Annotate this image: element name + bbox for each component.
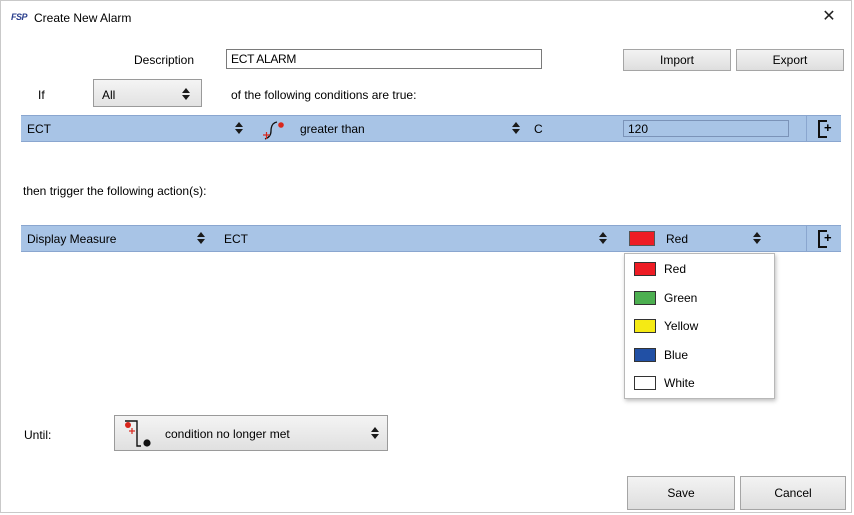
selected-color-swatch[interactable] xyxy=(629,231,655,246)
color-option-red[interactable]: Red xyxy=(625,255,774,283)
threshold-graph-icon[interactable] xyxy=(261,119,289,141)
threshold-input[interactable]: 120 xyxy=(623,120,789,137)
color-option-label: Green xyxy=(664,291,698,305)
action-channel-select[interactable]: ECT xyxy=(224,232,248,246)
create-new-alarm-dialog: FSP Create New Alarm ✕ Description Impor… xyxy=(0,0,852,513)
window-title: Create New Alarm xyxy=(34,11,132,25)
condition-mode-value: All xyxy=(102,88,116,102)
import-button[interactable]: Import xyxy=(623,49,731,71)
operator-updown-icon[interactable] xyxy=(512,122,520,134)
until-label: Until: xyxy=(24,428,52,442)
condition-channel-select[interactable]: ECT xyxy=(27,122,51,136)
if-label: If xyxy=(38,88,45,102)
action-header-text: then trigger the following action(s): xyxy=(23,184,207,198)
until-select[interactable]: condition no longer met xyxy=(114,415,388,451)
condition-suffix-text: of the following conditions are true: xyxy=(231,88,417,102)
add-action-icon[interactable]: + xyxy=(818,230,834,248)
color-dropdown: Red Green Yellow Blue White xyxy=(624,253,775,399)
action-channel-updown-icon[interactable] xyxy=(599,232,607,244)
title-bar: FSP Create New Alarm ✕ xyxy=(1,1,851,33)
until-updown-icon xyxy=(371,427,379,439)
color-swatch xyxy=(634,319,656,333)
app-logo-icon: FSP xyxy=(11,12,31,22)
app-logo-text: FSP xyxy=(11,12,28,22)
selected-color-label[interactable]: Red xyxy=(666,232,688,246)
until-value: condition no longer met xyxy=(165,427,290,441)
color-updown-icon[interactable] xyxy=(753,232,761,244)
color-option-label: White xyxy=(664,376,695,390)
description-label: Description xyxy=(134,53,195,67)
close-button[interactable]: ✕ xyxy=(815,5,843,29)
row-separator xyxy=(806,226,807,251)
cancel-button[interactable]: Cancel xyxy=(740,476,846,510)
color-option-label: Yellow xyxy=(664,319,699,333)
add-condition-icon[interactable]: + xyxy=(818,120,834,138)
condition-mode-select[interactable]: All xyxy=(93,79,202,107)
operator-select[interactable]: greater than xyxy=(300,122,365,136)
color-option-label: Red xyxy=(664,262,687,276)
color-option-blue[interactable]: Blue xyxy=(625,341,774,369)
save-button[interactable]: Save xyxy=(627,476,735,510)
updown-icon xyxy=(182,88,190,100)
action-type-select[interactable]: Display Measure xyxy=(27,232,116,246)
condition-row: ECT greater than C 120 + xyxy=(21,115,841,142)
export-button[interactable]: Export xyxy=(736,49,844,71)
color-option-label: Blue xyxy=(664,348,689,362)
color-option-yellow[interactable]: Yellow xyxy=(625,312,774,340)
color-swatch xyxy=(634,262,656,276)
condition-end-icon xyxy=(125,420,151,447)
channel-updown-icon[interactable] xyxy=(235,122,243,134)
description-input[interactable] xyxy=(226,49,542,69)
color-swatch xyxy=(634,376,656,390)
action-row: Display Measure ECT Red + xyxy=(21,225,841,252)
unit-label: C xyxy=(534,122,543,136)
row-separator xyxy=(806,116,807,141)
color-option-white[interactable]: White xyxy=(625,369,774,397)
color-swatch xyxy=(634,348,656,362)
close-icon: ✕ xyxy=(822,8,836,25)
action-updown-icon[interactable] xyxy=(197,232,205,244)
color-option-green[interactable]: Green xyxy=(625,284,774,312)
color-swatch xyxy=(634,291,656,305)
